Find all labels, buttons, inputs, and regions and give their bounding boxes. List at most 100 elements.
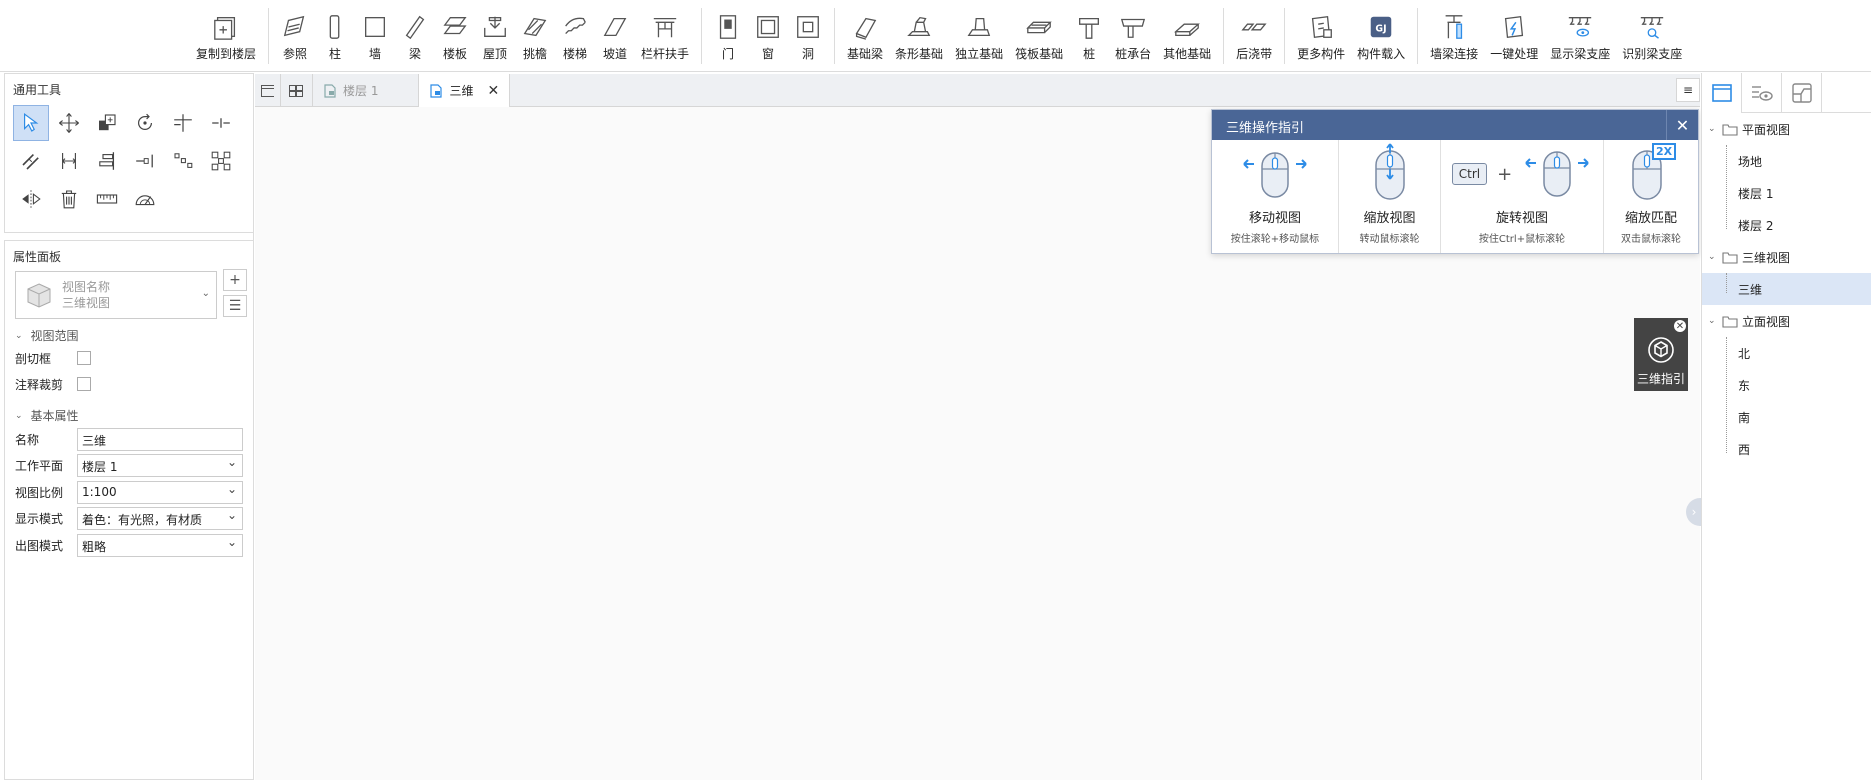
tree-group-1[interactable]: ⌄ 三维视图 — [1708, 241, 1868, 273]
ribbon-button-label: 条形基础 — [895, 47, 944, 61]
view-settings-button[interactable]: ☰ — [223, 295, 247, 317]
ribbon-button-railing[interactable]: 栏杆扶手 — [635, 0, 695, 68]
raft-foundation-icon — [1025, 12, 1053, 42]
tree-item[interactable]: 楼层 2 — [1702, 209, 1871, 241]
ribbon-button-beam[interactable]: 梁 — [395, 0, 435, 68]
tool-dimension[interactable] — [51, 143, 87, 179]
ribbon-button-roof[interactable]: 屋顶 — [475, 0, 515, 68]
section-view-range[interactable]: ⌄ 视图范围 — [15, 327, 79, 344]
tool-offset[interactable] — [13, 143, 49, 179]
ribbon-button-reference[interactable]: 参照 — [275, 0, 315, 68]
property-dropdown[interactable]: 着色：有光照，有材质 — [77, 507, 243, 530]
ribbon-button-load-component[interactable]: GJ 构件载入 — [1351, 0, 1411, 68]
tree-item[interactable]: 场地 — [1702, 145, 1871, 177]
ribbon-button-wall[interactable]: 墙 — [355, 0, 395, 68]
close-guide-button[interactable]: ✕ — [1666, 110, 1698, 140]
property-dropdown[interactable]: 楼层 1 — [77, 454, 243, 477]
tool-split[interactable] — [203, 105, 239, 141]
tree-group-label: 平面视图 — [1742, 122, 1791, 137]
tile-views-button[interactable] — [281, 74, 313, 107]
tree-item[interactable]: 南 — [1702, 401, 1871, 433]
tab-view-1[interactable]: 三维 ✕ — [419, 74, 511, 107]
ribbon-button-pile[interactable]: 桩 — [1069, 0, 1109, 68]
tool-move[interactable] — [51, 105, 87, 141]
group-icon — [211, 151, 231, 171]
ribbon-button-eave[interactable]: 挑檐 — [515, 0, 555, 68]
section-basic-props[interactable]: ⌄ 基本属性 — [15, 407, 79, 424]
tool-rotate[interactable] — [127, 105, 163, 141]
guide-item-move: 移动视图 按住滚轮+移动鼠标 — [1212, 140, 1339, 253]
tree-item[interactable]: 东 — [1702, 369, 1871, 401]
ribbon-button-label: 其他基础 — [1163, 47, 1212, 61]
general-tools-title: 通用工具 — [13, 83, 62, 97]
tool-array[interactable] — [165, 143, 201, 179]
tool-extend[interactable] — [127, 143, 163, 179]
ribbon-button-identify-support[interactable]: 识别梁支座 — [1616, 0, 1688, 68]
extend-icon — [136, 154, 153, 168]
ribbon-button-foundation-beam[interactable]: 基础梁 — [841, 0, 889, 68]
ribbon-button-pile-cap[interactable]: 桩承台 — [1109, 0, 1157, 68]
ribbon-button-strip-foundation[interactable]: 条形基础 — [889, 0, 949, 68]
tool-group[interactable] — [203, 143, 239, 179]
property-dropdown[interactable]: 1:100 — [77, 480, 243, 504]
tab-list-button[interactable] — [255, 74, 281, 107]
tool-delete[interactable] — [51, 181, 87, 217]
ribbon-button-one-click[interactable]: 一键处理 — [1484, 0, 1544, 68]
tab-visibility[interactable] — [1742, 73, 1782, 113]
tool-measure[interactable] — [89, 181, 125, 217]
tool-select-arrow[interactable] — [13, 105, 49, 141]
mouse-pan-icon — [1243, 152, 1307, 198]
tool-angle-measure[interactable] — [127, 181, 163, 217]
view-type-selector[interactable]: 视图名称 三维视图 ⌄ — [15, 271, 217, 319]
ribbon-button-opening[interactable]: 洞 — [788, 0, 828, 68]
property-dropdown[interactable]: 粗略 — [77, 533, 243, 557]
ribbon-button-column[interactable]: 柱 — [315, 0, 355, 68]
ribbon-button-raft-foundation[interactable]: 筏板基础 — [1009, 0, 1069, 68]
ribbon-button-show-support[interactable]: 显示梁支座 — [1544, 0, 1616, 68]
close-icon[interactable]: ✕ — [1674, 320, 1686, 332]
ribbon-button-other-foundation[interactable]: 其他基础 — [1157, 0, 1217, 68]
wall-icon — [361, 12, 389, 42]
angle-measure-icon — [135, 195, 155, 206]
ribbon-button-label: 更多构件 — [1297, 47, 1346, 61]
layout-icon — [1791, 83, 1812, 103]
add-view-button[interactable]: + — [223, 269, 247, 291]
tool-align[interactable] — [89, 143, 125, 179]
tool-copy[interactable] — [89, 105, 125, 141]
opening-icon — [794, 12, 822, 42]
ribbon-button-more-components[interactable]: 更多构件 — [1291, 0, 1351, 68]
3d-guide-float-button[interactable]: ✕ 三维指引 — [1634, 318, 1688, 391]
property-row: 出图模式 粗略 — [15, 533, 247, 557]
property-label: 出图模式 — [15, 538, 64, 553]
tree-item[interactable]: 楼层 1 — [1702, 177, 1871, 209]
annotation-crop-checkbox[interactable] — [77, 377, 91, 391]
property-input[interactable]: 三维 — [77, 427, 243, 451]
ribbon-button-post-cast-strip[interactable]: 后浇带 — [1230, 0, 1278, 68]
tree-group-0[interactable]: ⌄ 平面视图 — [1708, 113, 1868, 145]
ribbon-button-window[interactable]: 窗 — [748, 0, 788, 68]
close-tab-icon[interactable]: ✕ — [487, 83, 499, 99]
strip-foundation-icon — [905, 12, 933, 42]
tree-group-2[interactable]: ⌄ 立面视图 — [1708, 305, 1868, 337]
tab-layout[interactable] — [1782, 73, 1822, 113]
ribbon-button-slab[interactable]: 楼板 — [435, 0, 475, 68]
ribbon-button-copy-to-floor[interactable]: 复制到楼层 — [190, 0, 262, 68]
tool-trim[interactable] — [165, 105, 201, 141]
tree-item[interactable]: 三维 — [1702, 273, 1871, 305]
tab-menu-button[interactable]: ≡ — [1676, 78, 1700, 102]
ribbon-button-isolated-foundation[interactable]: 独立基础 — [949, 0, 1009, 68]
tool-mirror[interactable] — [13, 181, 49, 217]
dimension-icon — [62, 153, 76, 169]
ribbon-button-label: 楼板 — [443, 47, 468, 61]
ribbon-button-label: 栏杆扶手 — [641, 47, 690, 61]
cut-box-checkbox[interactable] — [77, 351, 91, 365]
tree-item[interactable]: 北 — [1702, 337, 1871, 369]
ribbon-button-wall-beam-connect[interactable]: 墙梁连接 — [1424, 0, 1484, 68]
tree-item[interactable]: 西 — [1702, 433, 1871, 465]
ribbon-button-door[interactable]: 门 — [708, 0, 748, 68]
ribbon-button-ramp[interactable]: 坡道 — [595, 0, 635, 68]
ribbon-button-stairs[interactable]: 楼梯 — [555, 0, 595, 68]
tab-view-0[interactable]: 楼层 1 — [313, 74, 420, 107]
tab-views[interactable] — [1702, 73, 1742, 113]
properties-panel: 属性面板 视图名称 三维视图 ⌄ + ☰ ⌄ 视图范围 剖切框 注释裁剪 ⌄ 基本属… — [4, 240, 254, 780]
